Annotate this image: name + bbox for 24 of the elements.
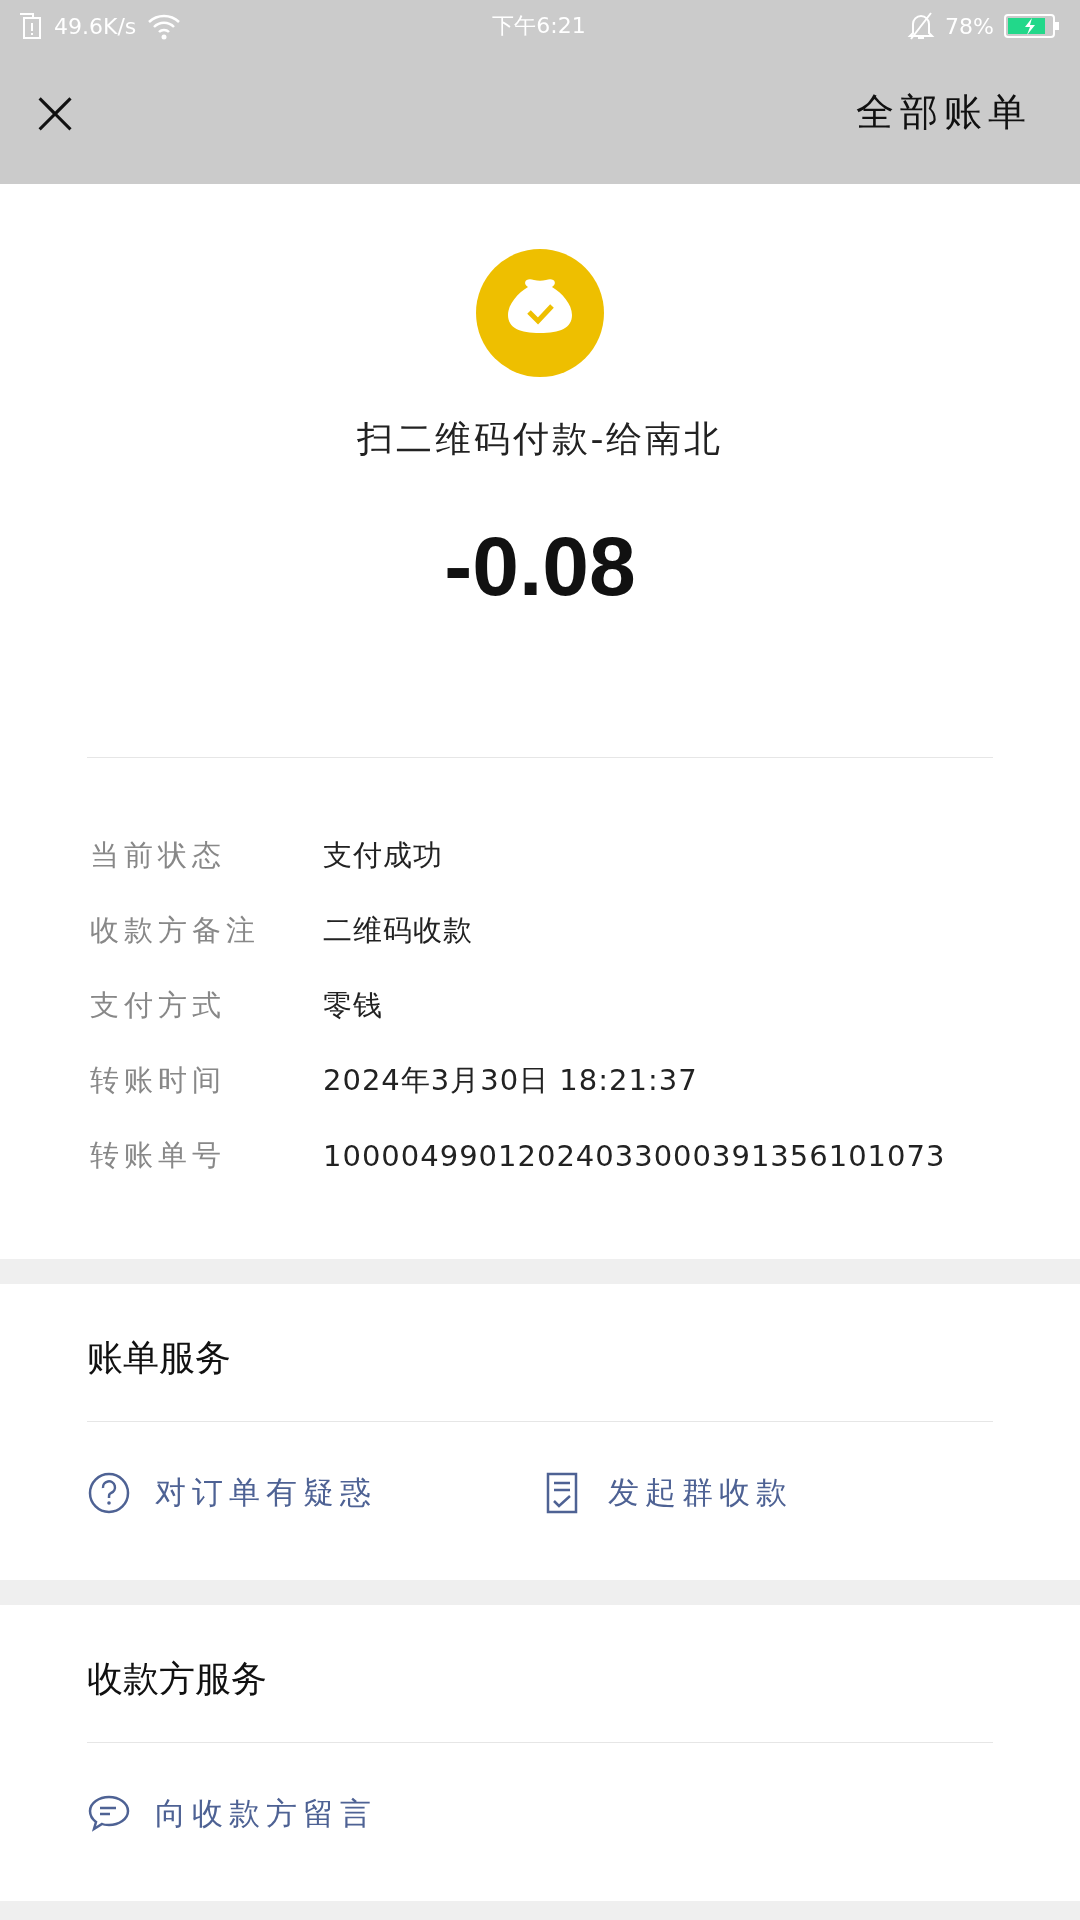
bell-muted-icon: [907, 11, 936, 41]
detail-label: 转账时间: [90, 1061, 227, 1099]
detail-label: 当前状态: [90, 836, 227, 874]
battery-charging-icon: [1004, 12, 1060, 40]
service-link[interactable]: 向收款方留言: [87, 1792, 570, 1836]
close-button[interactable]: ×: [28, 85, 82, 139]
service-link[interactable]: 发起群收款: [540, 1471, 993, 1515]
money-bag-check-icon: [476, 249, 604, 377]
detail-label: 收款方备注: [90, 911, 261, 949]
section-title: 账单服务: [87, 1284, 993, 1422]
amount: -0.08: [444, 518, 636, 615]
detail-label: 转账单号: [90, 1136, 227, 1174]
detail-value: 10000499012024033000391356101073: [323, 1138, 946, 1173]
service-link[interactable]: 对订单有疑惑: [87, 1471, 540, 1515]
detail-label: 支付方式: [90, 986, 227, 1024]
detail-value: 2024年3月30日 18:21:37: [323, 1061, 698, 1099]
detail-value: 零钱: [323, 986, 383, 1024]
section-title: 收款方服务: [87, 1605, 993, 1743]
detail-value: 支付成功: [323, 836, 443, 874]
question-icon: [87, 1471, 131, 1515]
detail-value: 二维码收款: [323, 911, 473, 949]
payment-title: 扫二维码付款-给南北: [356, 417, 724, 461]
all-bills-link[interactable]: 全部账单: [856, 86, 1032, 138]
sim-icon: [18, 12, 44, 40]
